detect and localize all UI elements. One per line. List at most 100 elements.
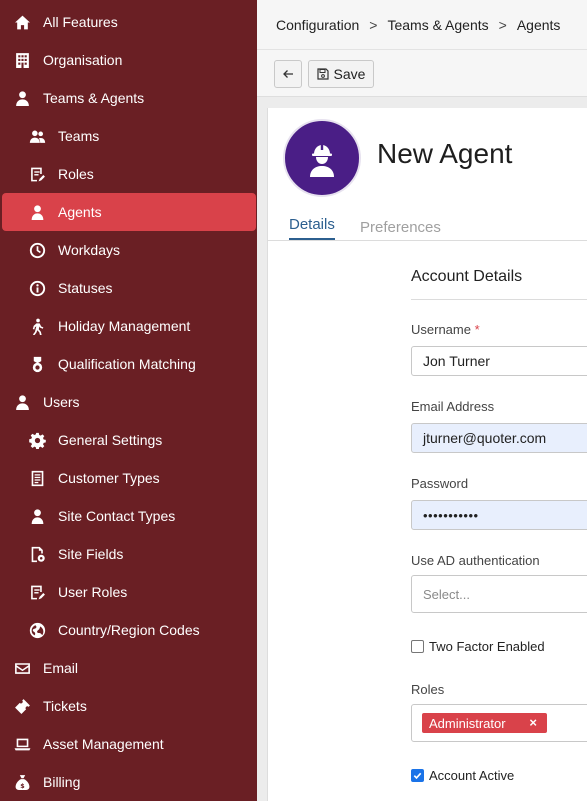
breadcrumb-separator: > (498, 16, 507, 33)
ad-auth-label: Use AD authentication (411, 553, 540, 568)
roles-label: Roles (411, 682, 445, 697)
sidebar-item-label: Organisation (43, 52, 123, 68)
sidebar-item-label: Qualification Matching (58, 356, 196, 372)
ticket-icon (13, 697, 31, 715)
tab-details[interactable]: Details (289, 216, 335, 233)
sidebar-item-label: All Features (43, 14, 118, 30)
username-field[interactable]: Jon Turner (411, 346, 587, 376)
info-icon (28, 279, 46, 297)
sidebar-item-label: General Settings (58, 432, 163, 448)
sidebar-item-label: Workdays (58, 242, 120, 258)
gear-icon (28, 431, 46, 449)
role-tag-label: Administrator (429, 715, 506, 731)
sidebar-item-label: Billing (43, 774, 81, 790)
sidebar-item-email[interactable]: Email (0, 649, 257, 687)
ad-auth-placeholder: Select... (423, 586, 470, 602)
laptop-icon (13, 735, 31, 753)
sidebar-item-roles[interactable]: Roles (0, 155, 257, 193)
sidebar-item-label: Agents (58, 204, 102, 220)
globe-icon (28, 621, 46, 639)
arrow-left-icon (282, 68, 294, 80)
roles-multiselect[interactable]: Administrator × (411, 704, 587, 742)
sidebar-item-site-contact-types[interactable]: Site Contact Types (0, 497, 257, 535)
sidebar-item-label: Holiday Management (58, 318, 191, 334)
save-button[interactable]: Save (308, 60, 374, 88)
sidebar-item-teams[interactable]: Teams (0, 117, 257, 155)
remove-tag-button[interactable]: × (529, 715, 537, 730)
money-bag-icon: $ (13, 773, 31, 791)
sidebar-item-tickets[interactable]: Tickets (0, 687, 257, 725)
medal-icon (28, 355, 46, 373)
sidebar-item-label: Asset Management (43, 736, 164, 752)
email-value: jturner@quoter.com (423, 430, 547, 446)
breadcrumb-item-teams-agents[interactable]: Teams & Agents (387, 17, 488, 33)
person-icon (13, 89, 31, 107)
sidebar-item-user-roles[interactable]: User Roles (0, 573, 257, 611)
roles-icon (28, 165, 46, 183)
svg-text:$: $ (20, 781, 24, 789)
required-marker: * (474, 322, 480, 337)
account-active-label: Account Active (429, 768, 515, 783)
sidebar-item-label: Customer Types (58, 470, 160, 486)
ad-auth-select[interactable]: Select... (411, 575, 587, 613)
sidebar-item-general-settings[interactable]: General Settings (0, 421, 257, 459)
breadcrumb-item-configuration[interactable]: Configuration (276, 17, 359, 33)
sidebar-item-label: User Roles (58, 584, 128, 600)
floppy-disk-icon (316, 68, 329, 80)
page-title: New Agent (377, 138, 513, 169)
username-value: Jon Turner (423, 353, 490, 369)
sidebar-item-teams-agents[interactable]: Teams & Agents (0, 79, 257, 117)
home-icon (13, 13, 31, 31)
sidebar-item-label: Teams & Agents (43, 90, 145, 106)
breadcrumb: Configuration > Teams & Agents > Agents (257, 0, 587, 50)
sidebar-item-organisation[interactable]: Organisation (0, 41, 257, 79)
sidebar: All Features Organisation Teams & Agents… (0, 0, 257, 801)
clock-icon (28, 241, 46, 259)
toolbar: Save (257, 50, 587, 97)
username-label: Username * (411, 322, 480, 337)
password-field[interactable]: ••••••••••• (411, 500, 587, 530)
sidebar-item-agents[interactable]: Agents (2, 193, 256, 231)
save-label: Save (333, 66, 366, 82)
sidebar-item-workdays[interactable]: Workdays (0, 231, 257, 269)
people-icon (28, 127, 46, 145)
two-factor-checkbox[interactable] (411, 640, 424, 653)
tabs-divider (267, 240, 587, 241)
sidebar-item-qualification-matching[interactable]: Qualification Matching (0, 345, 257, 383)
envelope-icon (13, 659, 31, 677)
sidebar-item-country-region-codes[interactable]: Country/Region Codes (0, 611, 257, 649)
building-icon (13, 51, 31, 69)
password-value: ••••••••••• (423, 507, 479, 523)
sidebar-item-holiday-management[interactable]: Holiday Management (0, 307, 257, 345)
account-active-checkbox[interactable] (411, 769, 424, 782)
sidebar-item-label: Users (43, 394, 80, 410)
sidebar-item-site-fields[interactable]: Site Fields (0, 535, 257, 573)
avatar (283, 119, 361, 197)
sidebar-item-label: Site Fields (58, 546, 124, 562)
sidebar-item-billing[interactable]: $ Billing (0, 763, 257, 801)
sidebar-item-label: Teams (58, 128, 100, 144)
password-label: Password (411, 476, 469, 491)
back-button[interactable] (274, 60, 302, 88)
walking-icon (28, 317, 46, 335)
agent-form-card (267, 108, 587, 801)
tab-preferences[interactable]: Preferences (360, 219, 441, 236)
document-icon (28, 469, 46, 487)
sidebar-item-asset-management[interactable]: Asset Management (0, 725, 257, 763)
breadcrumb-item-agents[interactable]: Agents (517, 17, 561, 33)
breadcrumb-separator: > (369, 16, 378, 33)
role-tag: Administrator × (422, 713, 547, 733)
section-divider (411, 299, 587, 300)
email-field[interactable]: jturner@quoter.com (411, 423, 587, 453)
person-icon (28, 203, 46, 221)
sidebar-item-label: Roles (58, 166, 94, 182)
person-icon (28, 507, 46, 525)
sidebar-item-users[interactable]: Users (0, 383, 257, 421)
person-icon (13, 393, 31, 411)
email-label: Email Address (411, 399, 495, 414)
sidebar-item-all-features[interactable]: All Features (0, 3, 257, 41)
sidebar-item-statuses[interactable]: Statuses (0, 269, 257, 307)
sidebar-item-customer-types[interactable]: Customer Types (0, 459, 257, 497)
sidebar-item-label: Email (43, 660, 79, 676)
sidebar-item-label: Tickets (43, 698, 87, 714)
